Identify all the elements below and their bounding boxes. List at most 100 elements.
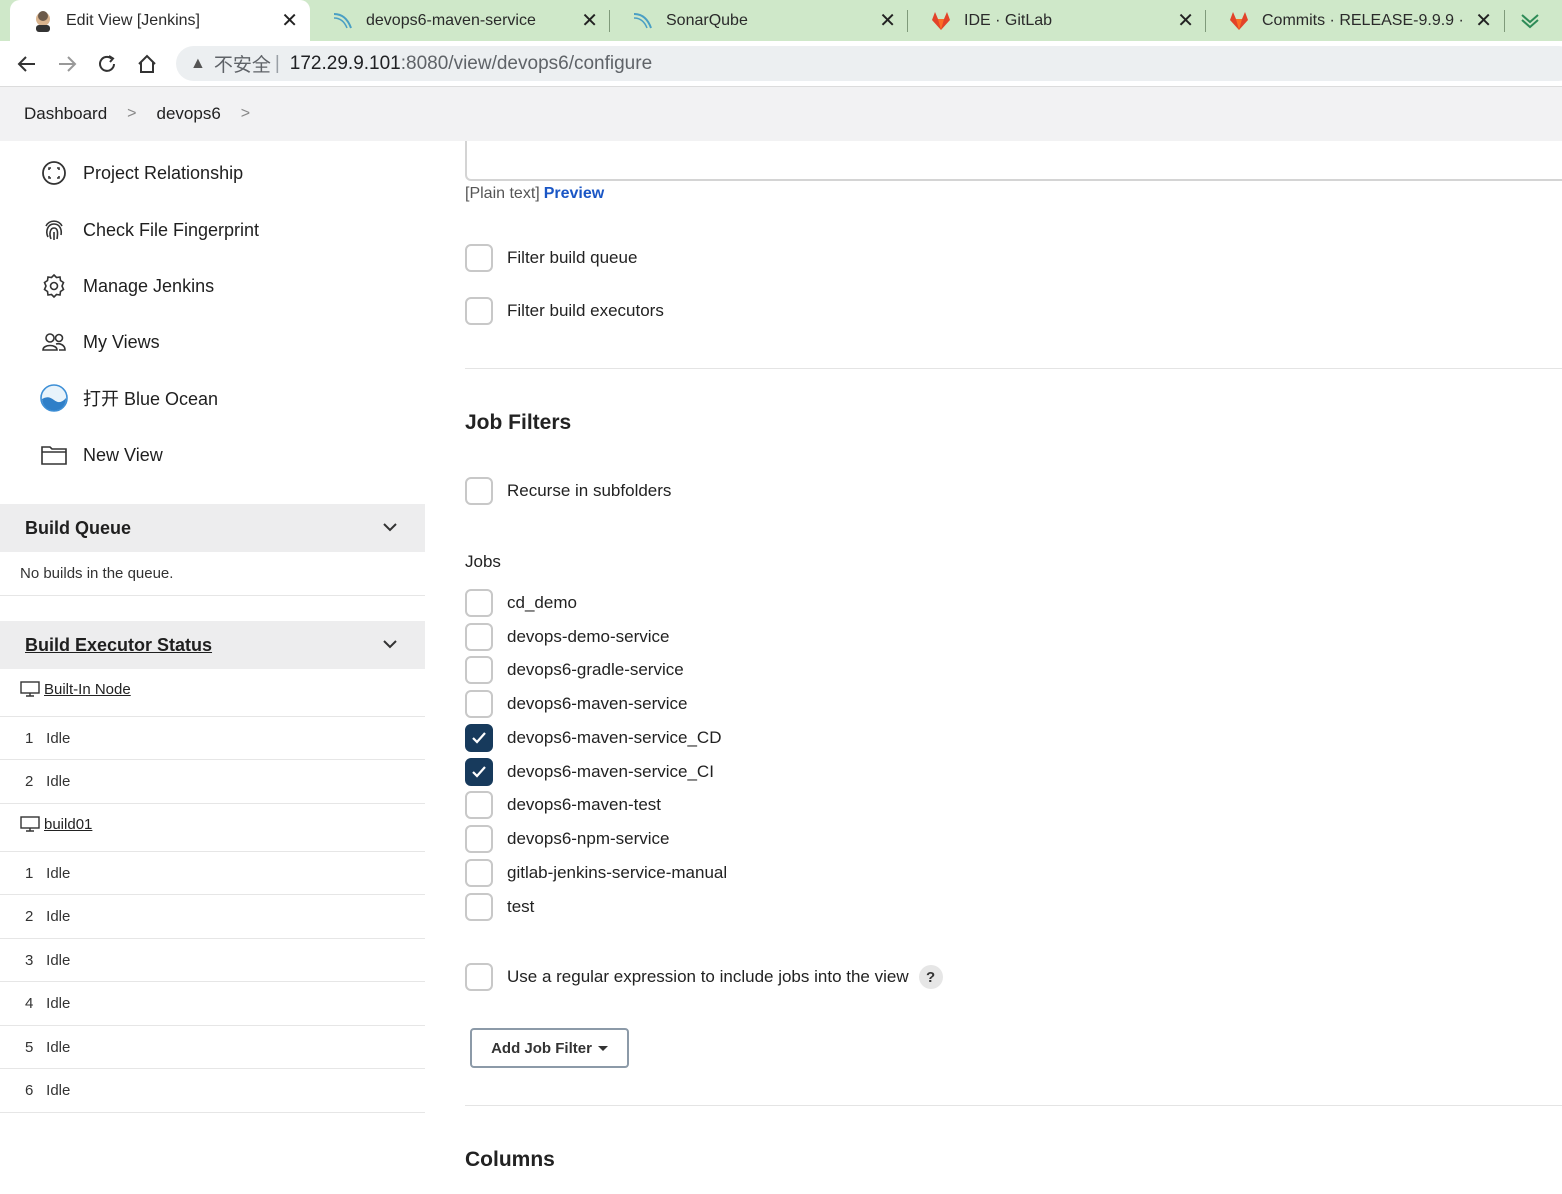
job-label: devops6-gradle-service [507,660,684,679]
tab-sonarqube[interactable]: SonarQube ✕ [610,0,908,41]
divider [0,1068,425,1069]
tab-commits[interactable]: Commits · RELEASE-9.9.9 · dev ✕ [1206,0,1504,41]
tab-title: Commits · RELEASE-9.9.9 · dev [1262,11,1465,29]
job-checkbox[interactable] [465,589,493,617]
sidebar-item-my-views[interactable]: My Views [40,322,160,362]
job-label: gitlab-jenkins-service-manual [507,863,728,882]
filter-build-queue-checkbox[interactable] [465,244,493,272]
reload-button[interactable] [92,49,122,79]
job-checkbox[interactable] [465,623,493,651]
tab-title: devops6-maven-service [366,11,536,29]
back-button[interactable] [12,49,42,79]
sidebar-item-manage-jenkins[interactable]: Manage Jenkins [40,266,214,306]
home-button[interactable] [132,49,162,79]
gear-icon [40,272,68,300]
warning-icon: ▲ [190,54,206,72]
sidebar-item-label: 打开 Blue Ocean [83,389,219,409]
divider [0,938,425,939]
close-icon[interactable]: ✕ [879,8,896,33]
close-icon[interactable]: ✕ [1177,8,1194,33]
breadcrumb-dashboard[interactable]: Dashboard [24,104,107,124]
main-content: [Plain text] Preview Filter build queue F… [465,141,1562,1194]
job-checkbox[interactable] [465,791,493,819]
gitlab-icon [1228,10,1250,32]
forward-button[interactable] [52,49,82,79]
close-icon[interactable]: ✕ [1475,8,1492,33]
chevron-right-icon[interactable]: > [127,105,136,123]
filter-build-executors-option[interactable]: Filter build executors [465,297,664,325]
chevron-down-icon[interactable] [381,518,399,536]
job-checkbox[interactable] [465,859,493,887]
executor-row: 2 Idle [25,908,70,925]
chevron-down-icon[interactable] [381,635,399,653]
executor-number: 6 [25,1082,34,1099]
sidebar-item-blue-ocean[interactable]: 打开 Blue Ocean [40,378,218,418]
build-executor-status-title[interactable]: Build Executor Status [25,635,212,656]
node-link-built-in[interactable]: Built-In Node [20,681,131,698]
arrow-right-icon [59,56,77,72]
job-checkbox[interactable] [465,825,493,853]
close-icon[interactable]: ✕ [281,8,298,33]
sidebar: Project Relationship Check File Fingerpr… [0,141,425,1194]
job-checkbox[interactable] [465,893,493,921]
chevron-right-icon[interactable]: > [241,105,250,123]
filter-build-queue-option[interactable]: Filter build queue [465,244,637,272]
address-bar[interactable]: ▲ 不安全 | 172.29.9.101 :8080/view/devops6/… [176,46,1562,81]
node-name[interactable]: build01 [44,816,92,833]
job-option-devops6-maven-service[interactable]: devops6-maven-service [465,690,687,718]
filter-build-executors-checkbox[interactable] [465,297,493,325]
job-option-devops6-maven-service-cd[interactable]: devops6-maven-service_CD [465,724,721,752]
sidebar-item-project-relationship[interactable]: Project Relationship [40,153,243,193]
job-checkbox[interactable] [465,656,493,684]
section-divider [465,1105,1562,1106]
blue-ocean-icon [40,384,68,412]
job-option-devops6-maven-service-ci[interactable]: devops6-maven-service_CI [465,758,714,786]
address-separator: | [274,52,280,74]
computer-icon [20,681,40,697]
divider [0,1025,425,1026]
node-name[interactable]: Built-In Node [44,681,131,698]
job-option-devops6-maven-test[interactable]: devops6-maven-test [465,791,661,819]
build-queue-header[interactable]: Build Queue [0,504,425,552]
job-option-devops6-gradle-service[interactable]: devops6-gradle-service [465,656,684,684]
sidebar-item-check-file-fingerprint[interactable]: Check File Fingerprint [40,210,259,250]
regex-option[interactable]: Use a regular expression to include jobs… [465,963,943,991]
tab-partial[interactable]: Br [1505,0,1562,41]
divider [0,1112,425,1113]
job-option-devops6-npm-service[interactable]: devops6-npm-service [465,825,670,853]
description-textarea[interactable] [465,141,1562,181]
sidebar-item-new-view[interactable]: New View [40,435,163,475]
divider [0,851,425,852]
node-link-build01[interactable]: build01 [20,816,92,833]
job-checkbox-checked[interactable] [465,724,493,752]
preview-link[interactable]: Preview [544,185,604,202]
executor-number: 1 [25,865,34,882]
job-option-devops-demo-service[interactable]: devops-demo-service [465,623,670,651]
divider [0,759,425,760]
build-executor-status-header[interactable]: Build Executor Status [0,621,425,669]
tab-title: Edit View [Jenkins] [66,11,200,29]
executor-number: 4 [25,995,34,1012]
recurse-subfolders-checkbox[interactable] [465,477,493,505]
executor-row: 4 Idle [25,995,70,1012]
tab-devops6-maven-service[interactable]: devops6-maven-service ✕ [310,0,610,41]
regex-label: Use a regular expression to include jobs… [507,967,909,986]
breadcrumb-devops6[interactable]: devops6 [157,104,221,124]
divider [0,803,425,804]
add-job-filter-button[interactable]: Add Job Filter [470,1028,629,1068]
tab-edit-view[interactable]: Edit View [Jenkins] ✕ [10,0,310,41]
job-checkbox-checked[interactable] [465,758,493,786]
close-icon[interactable]: ✕ [581,8,598,33]
sidebar-item-label: Check File Fingerprint [83,219,260,240]
tab-ide-gitlab[interactable]: IDE · GitLab ✕ [908,0,1206,41]
job-checkbox[interactable] [465,690,493,718]
job-option-cd-demo[interactable]: cd_demo [465,589,577,617]
reload-icon [99,55,115,72]
help-icon[interactable]: ? [918,965,943,989]
regex-checkbox[interactable] [465,963,493,991]
executor-status: Idle [46,908,71,925]
job-option-test[interactable]: test [465,893,534,921]
recurse-subfolders-option[interactable]: Recurse in subfolders [465,477,671,505]
executor-number: 2 [25,773,34,790]
job-option-gitlab-jenkins-service-manual[interactable]: gitlab-jenkins-service-manual [465,859,727,887]
